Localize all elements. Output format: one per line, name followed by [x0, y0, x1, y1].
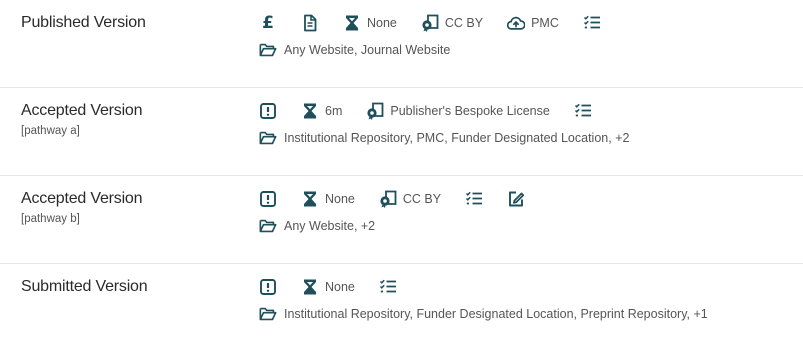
conditions-list-item[interactable]: [465, 190, 483, 208]
embargo-item[interactable]: None: [343, 14, 397, 32]
edit-icon: [507, 190, 525, 208]
version-title: Published Version: [21, 14, 146, 31]
version-row-submitted: Submitted Version None Institutional Rep…: [0, 264, 803, 355]
embargo-label: None: [325, 280, 355, 294]
version-header: Submitted Version: [21, 277, 231, 297]
conditions: £ None CC BY PMC Any Website, Journal We…: [259, 13, 803, 60]
fee-item[interactable]: £: [259, 14, 277, 32]
conditions: None Institutional Repository, Funder De…: [259, 277, 803, 324]
conditions: 6m Publisher's Bespoke License Instituti…: [259, 101, 803, 148]
checklist-icon: [583, 14, 601, 32]
checklist-icon: [574, 102, 592, 120]
warning-item[interactable]: [259, 278, 277, 296]
checklist-icon: [379, 278, 397, 296]
version-title: Accepted Version: [21, 102, 143, 119]
locations-label: Any Website, +2: [284, 219, 376, 233]
embargo-item[interactable]: None: [301, 278, 355, 296]
embargo-label: None: [367, 16, 397, 30]
warning-item[interactable]: [259, 190, 277, 208]
exclamation-icon: [259, 190, 277, 208]
conditions-list-item[interactable]: [379, 278, 397, 296]
embargo-item[interactable]: 6m: [301, 102, 342, 120]
checklist-icon: [465, 190, 483, 208]
embargo-label: 6m: [325, 104, 343, 118]
pound-icon: £: [262, 13, 274, 33]
license-item[interactable]: CC BY: [421, 14, 483, 32]
conditions: None CC BY Any Website, +2: [259, 189, 803, 236]
version-header: Accepted Version [pathway b]: [21, 189, 231, 227]
pathway-label: [pathway b]: [21, 213, 80, 225]
license-icon: [366, 102, 384, 120]
license-label: CC BY: [402, 192, 442, 206]
document-item[interactable]: [301, 14, 319, 32]
folder-icon: [259, 129, 277, 147]
deposit-label: PMC: [531, 16, 559, 30]
conditions-list-item[interactable]: [574, 102, 592, 120]
locations-label: Institutional Repository, Funder Designa…: [284, 307, 708, 321]
folder-icon: [259, 305, 277, 323]
locations-label: Any Website, Journal Website: [284, 43, 451, 57]
version-header: Accepted Version [pathway a]: [21, 101, 231, 139]
pathway-label: [pathway a]: [21, 125, 80, 137]
hourglass-icon: [301, 102, 319, 120]
version-row-accepted-a: Accepted Version [pathway a] 6m Publishe…: [0, 88, 803, 176]
warning-item[interactable]: [259, 102, 277, 120]
embargo-label: None: [325, 192, 355, 206]
license-label: CC BY: [444, 16, 484, 30]
exclamation-icon: [259, 102, 277, 120]
license-icon: [421, 14, 439, 32]
conditions-list-item[interactable]: [583, 14, 601, 32]
folder-icon: [259, 41, 277, 59]
embargo-item[interactable]: None: [301, 190, 355, 208]
license-label: Publisher's Bespoke License: [390, 104, 550, 118]
deposit-item[interactable]: PMC: [507, 14, 559, 32]
locations-label: Institutional Repository, PMC, Funder De…: [284, 131, 630, 145]
version-title: Accepted Version: [21, 190, 143, 207]
version-title: Submitted Version: [21, 278, 148, 295]
hourglass-icon: [343, 14, 361, 32]
version-row-published: Published Version £ None CC BY PMC Any W…: [0, 0, 803, 88]
hourglass-icon: [301, 278, 319, 296]
cloud-upload-icon: [507, 14, 526, 32]
exclamation-icon: [259, 278, 277, 296]
document-icon: [301, 14, 319, 32]
license-item[interactable]: CC BY: [379, 190, 441, 208]
license-item[interactable]: Publisher's Bespoke License: [366, 102, 550, 120]
version-header: Published Version: [21, 13, 231, 33]
folder-icon: [259, 217, 277, 235]
edit-item[interactable]: [507, 190, 525, 208]
version-row-accepted-b: Accepted Version [pathway b] None CC BY: [0, 176, 803, 264]
license-icon: [379, 190, 397, 208]
hourglass-icon: [301, 190, 319, 208]
